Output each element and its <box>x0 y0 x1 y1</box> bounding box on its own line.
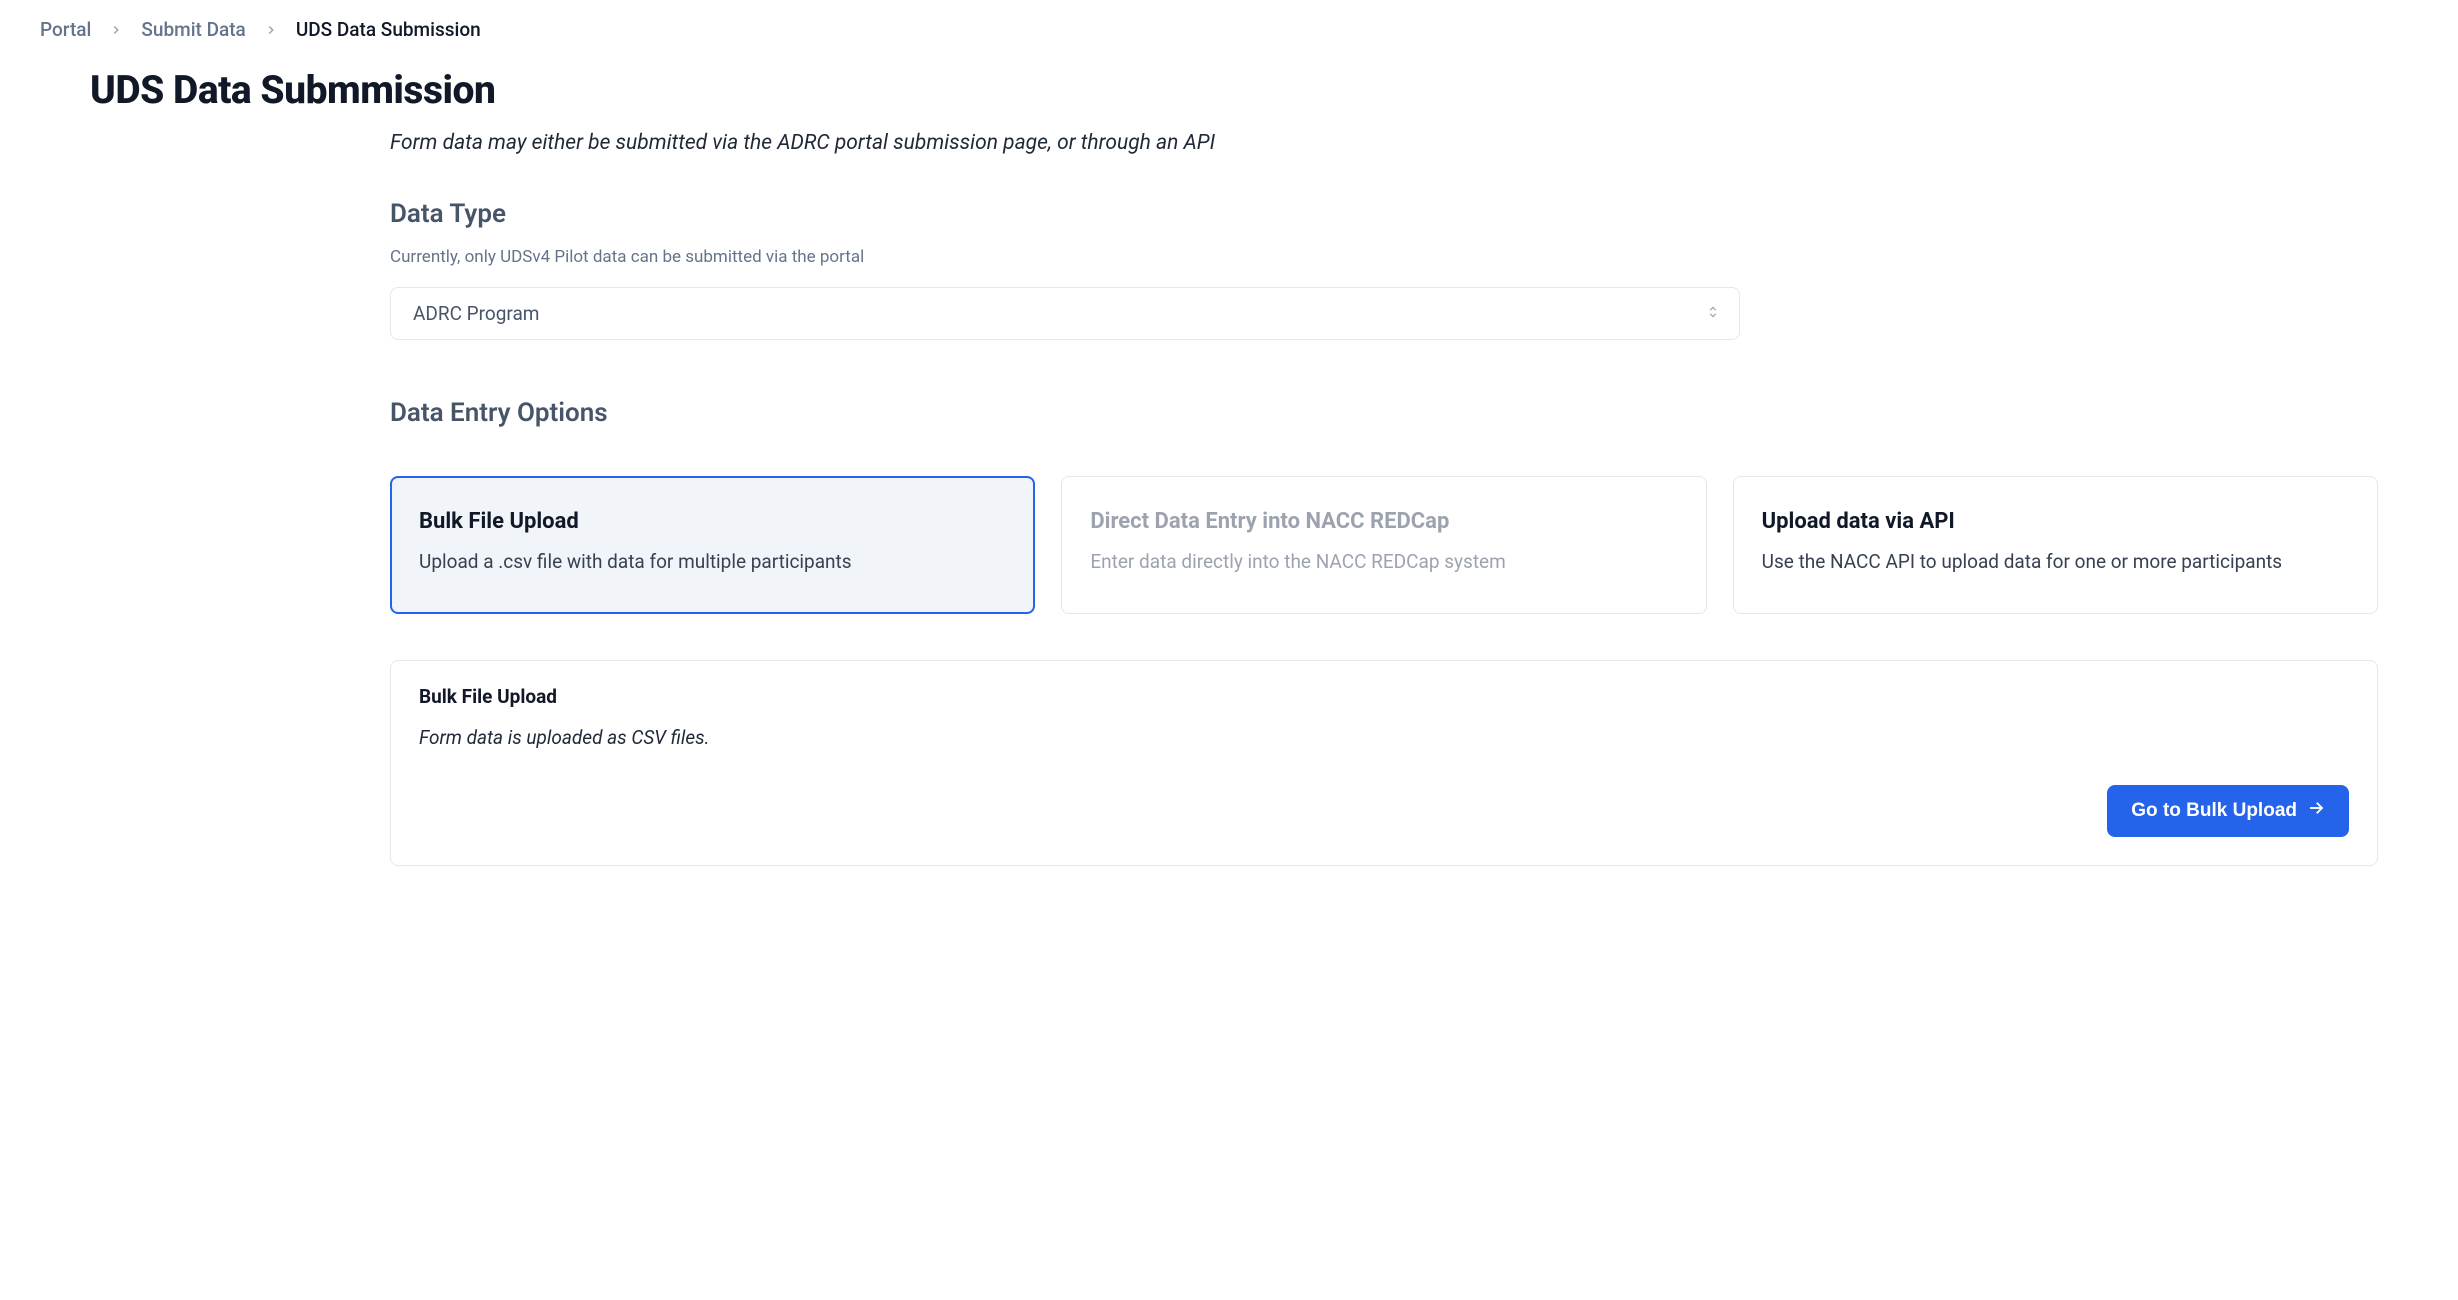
option-card-bulk-upload[interactable]: Bulk File Upload Upload a .csv file with… <box>390 476 1035 614</box>
option-title: Direct Data Entry into NACC REDCap <box>1090 509 1677 534</box>
main-content: Form data may either be submitted via th… <box>390 131 2418 866</box>
detail-title: Bulk File Upload <box>419 685 2349 708</box>
data-entry-options-heading: Data Entry Options <box>390 398 2378 428</box>
intro-text: Form data may either be submitted via th… <box>390 131 2378 155</box>
chevron-right-icon <box>109 23 123 37</box>
chevron-right-icon <box>264 23 278 37</box>
data-type-heading: Data Type <box>390 199 2378 229</box>
option-desc: Use the NACC API to upload data for one … <box>1762 548 2349 577</box>
detail-desc: Form data is uploaded as CSV files. <box>419 726 2349 749</box>
option-desc: Enter data directly into the NACC REDCap… <box>1090 548 1677 577</box>
data-type-select-wrapper: ADRC Program <box>390 287 1740 340</box>
breadcrumb-link-submit-data[interactable]: Submit Data <box>141 18 245 41</box>
option-card-redcap[interactable]: Direct Data Entry into NACC REDCap Enter… <box>1061 476 1706 614</box>
go-to-bulk-upload-button[interactable]: Go to Bulk Upload <box>2107 785 2349 837</box>
page-title: UDS Data Submmission <box>90 67 2418 113</box>
breadcrumb-current: UDS Data Submission <box>296 18 481 41</box>
detail-actions: Go to Bulk Upload <box>419 785 2349 837</box>
button-label: Go to Bulk Upload <box>2131 800 2297 822</box>
breadcrumb: Portal Submit Data UDS Data Submission <box>40 18 2418 41</box>
option-desc: Upload a .csv file with data for multipl… <box>419 548 1006 577</box>
options-row: Bulk File Upload Upload a .csv file with… <box>390 476 2378 614</box>
arrow-right-icon <box>2307 799 2325 823</box>
option-card-api[interactable]: Upload data via API Use the NACC API to … <box>1733 476 2378 614</box>
data-type-subtext: Currently, only UDSv4 Pilot data can be … <box>390 247 2378 267</box>
data-type-select[interactable]: ADRC Program <box>390 287 1740 340</box>
detail-panel: Bulk File Upload Form data is uploaded a… <box>390 660 2378 866</box>
option-title: Upload data via API <box>1762 509 2349 534</box>
option-title: Bulk File Upload <box>419 509 1006 534</box>
breadcrumb-link-portal[interactable]: Portal <box>40 18 91 41</box>
